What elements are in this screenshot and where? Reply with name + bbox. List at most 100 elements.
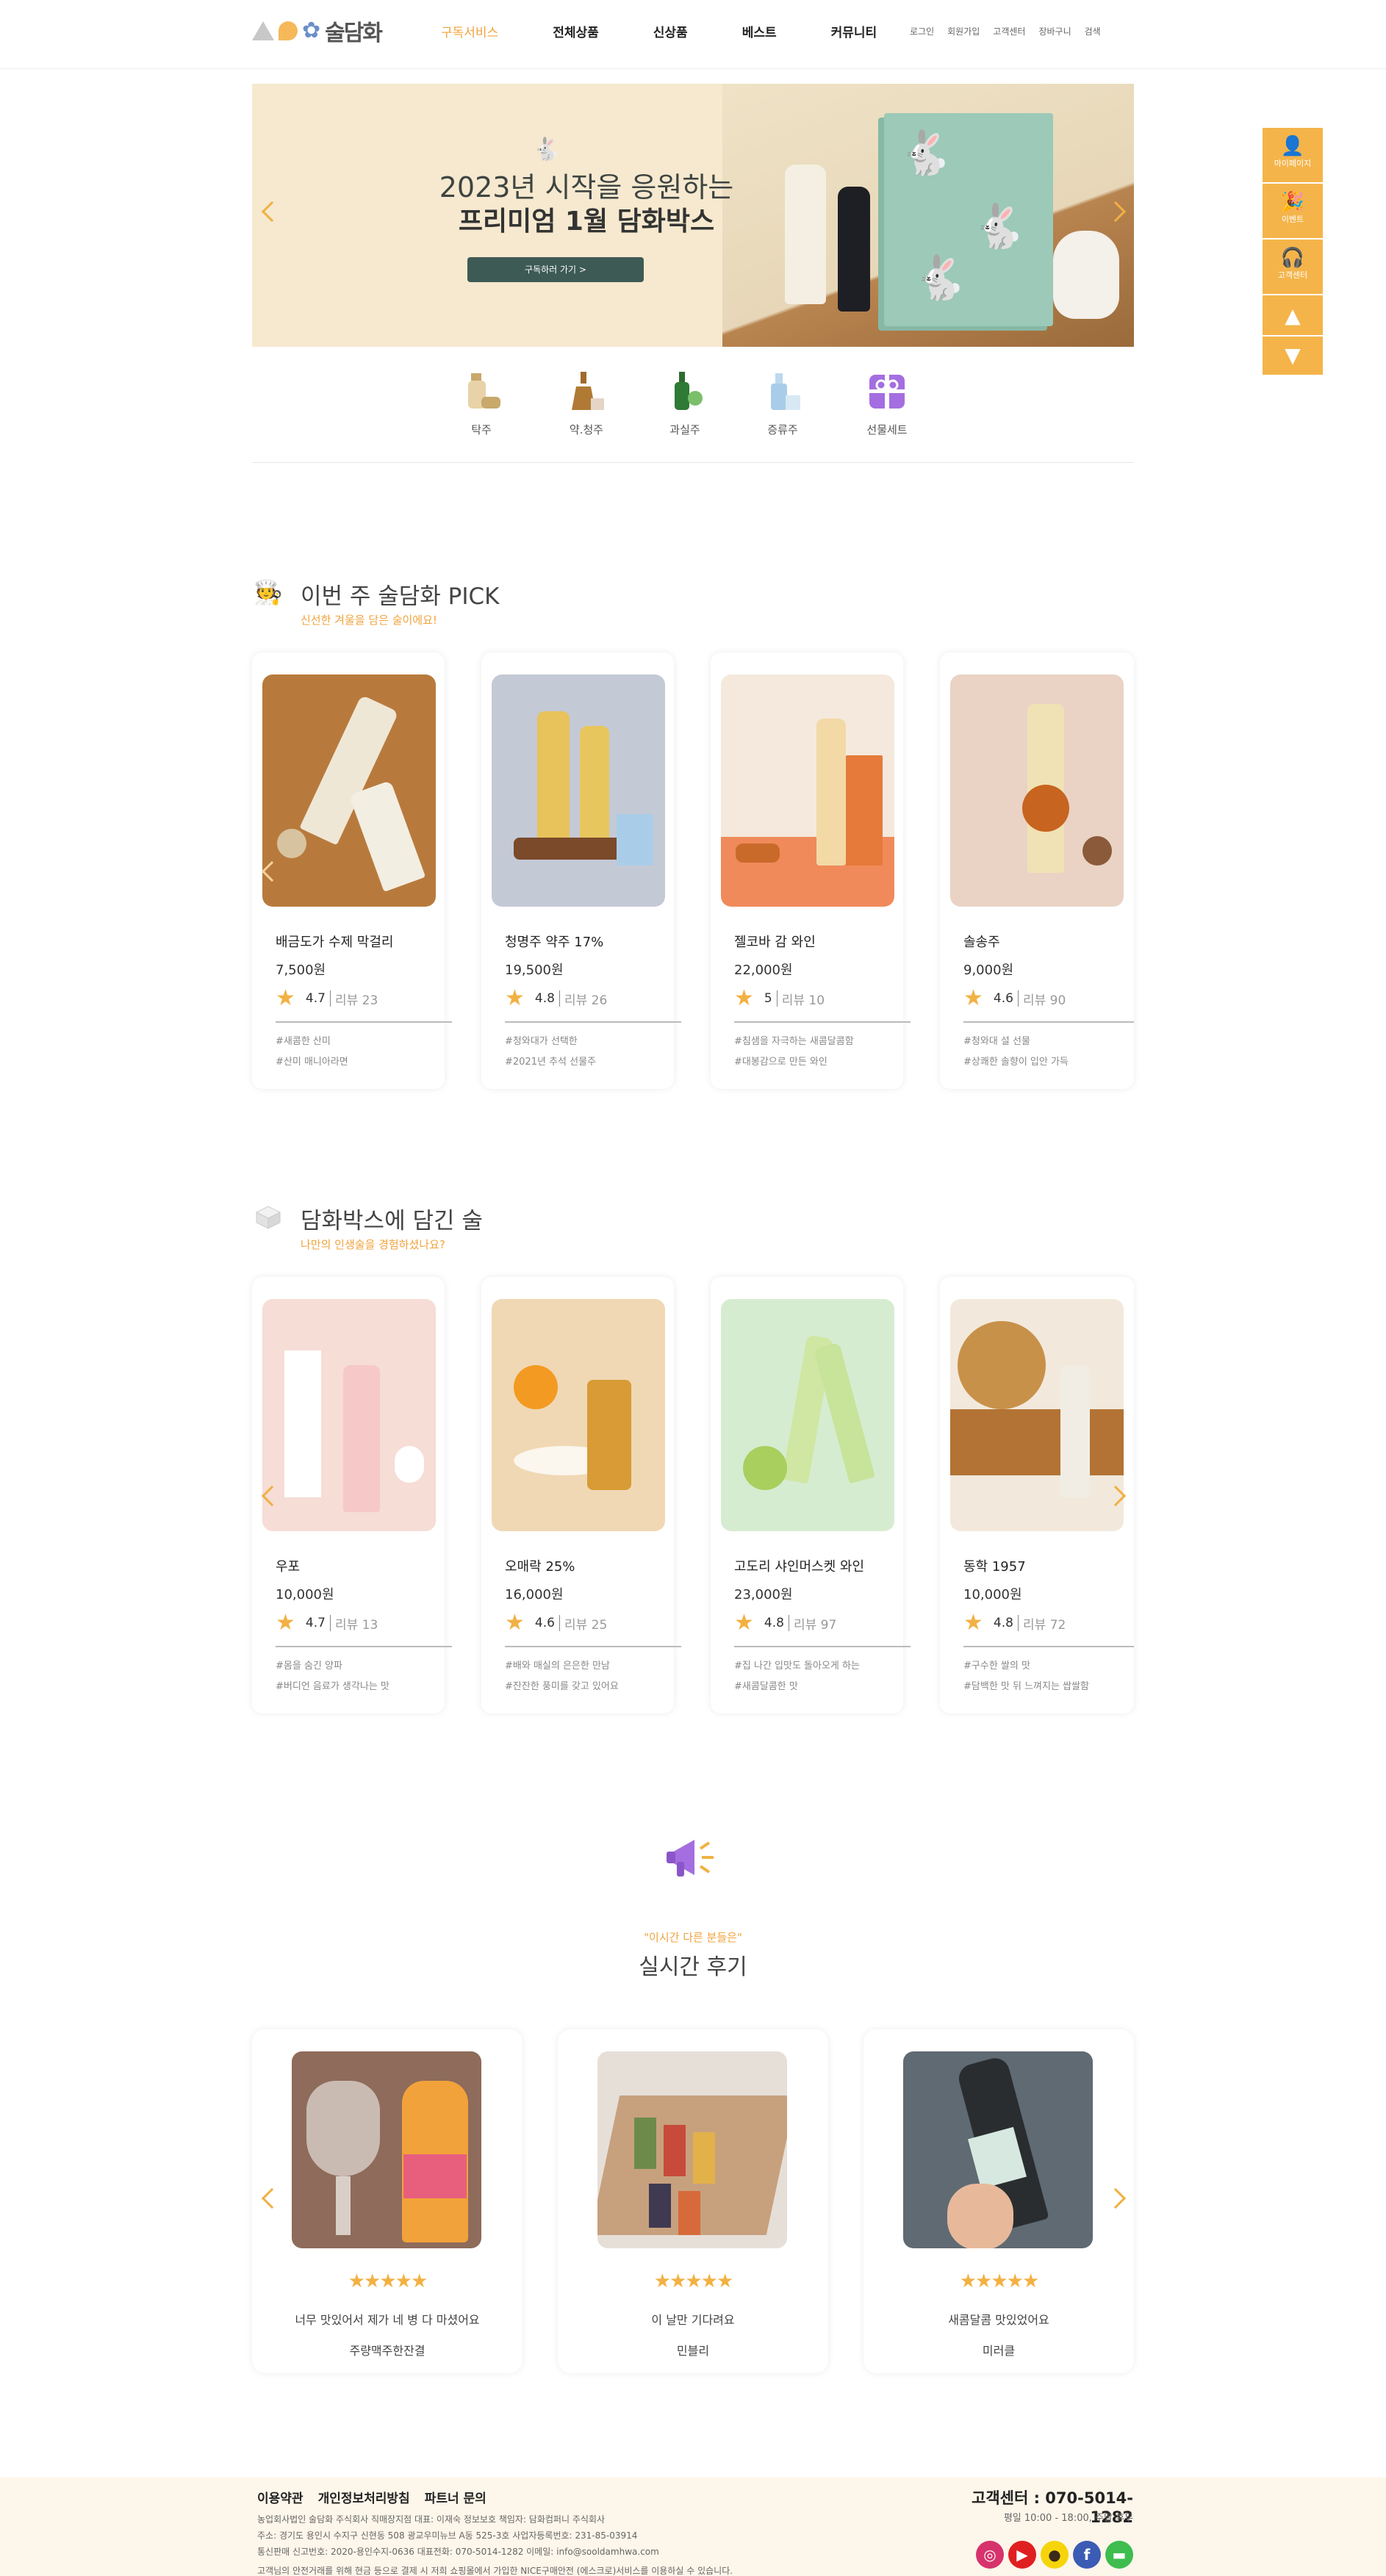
category-spirits[interactable]: 증류주 (742, 367, 823, 437)
product-rating: ★ 4.7 리뷰 13 (276, 1612, 378, 1634)
review-count: 리뷰 13 (334, 1617, 378, 1633)
review-stars: ★★★★★ (959, 2270, 1040, 2292)
category-label: 증류주 (767, 423, 798, 436)
category-gift-set[interactable]: 선물세트 (847, 367, 927, 437)
nav-subscription[interactable]: 구독서비스 (441, 22, 498, 40)
category-takju[interactable]: 탁주 (441, 367, 522, 437)
category-yakju[interactable]: 약.청주 (546, 367, 627, 437)
terms-link[interactable]: 이용약관 (257, 2488, 304, 2506)
product-name[interactable]: 우포 (276, 1556, 300, 1575)
scroll-top-button[interactable]: ▲ (1263, 295, 1323, 337)
rating-value: 4.6 (534, 1616, 555, 1630)
search-link[interactable]: 검색 (1085, 25, 1101, 37)
star-icon: ★ (734, 985, 754, 1011)
kakaotalk-icon[interactable]: ● (1041, 2541, 1069, 2569)
pick-title: 이번 주 술담화 PICK (301, 583, 500, 610)
product-tag: #배와 매실의 은은한 만남 (505, 1661, 610, 1672)
logo[interactable]: ✿ 술담화 (252, 16, 399, 46)
rating-value: 5 (764, 991, 772, 1006)
quick-customer-center[interactable]: 🎧 고객센터 (1263, 240, 1323, 295)
product-card[interactable]: 오매락 25% 16,000원 ★ 4.6 리뷰 25 #배와 매실의 은은한 만남… (481, 1277, 681, 1713)
page: ✿ 술담화 구독서비스 전체상품 신상품 베스트 커뮤니티 로그인 회원가입 고… (0, 0, 1386, 2576)
category-label: 약.청주 (569, 423, 604, 436)
bartender-icon: 🧑‍🍳 (254, 578, 283, 606)
product-tag: #새콤한 산미 (276, 1036, 331, 1047)
product-tag: #청와대가 선택한 (505, 1036, 578, 1047)
takju-icon (458, 367, 505, 414)
partner-link[interactable]: 파트너 문의 (425, 2488, 486, 2506)
rating-value: 4.7 (305, 991, 326, 1006)
arrow-up-icon: ▲ (1285, 303, 1301, 328)
review-stars: ★★★★★ (653, 2270, 734, 2292)
party-icon: 🎉 (1280, 191, 1305, 213)
product-name[interactable]: 동학 1957 (963, 1556, 1026, 1575)
star-icon: ★ (276, 985, 295, 1011)
review-card[interactable]: ★★★★★ 이 날만 기다려요 민블리 (558, 2029, 828, 2373)
yakju-icon (563, 367, 610, 414)
product-price: 9,000원 (963, 963, 1014, 978)
product-tag: #대봉감으로 만든 와인 (734, 1057, 827, 1068)
youtube-icon[interactable]: ▶ (1008, 2541, 1036, 2569)
review-card[interactable]: ★★★★★ 너무 맛있어서 제가 네 병 다 마셨어요 주량맥주한잔결 (252, 2029, 523, 2373)
product-photo (492, 1299, 665, 1531)
product-price: 23,000원 (734, 1587, 793, 1602)
category-fruit-wine[interactable]: 과실주 (644, 367, 725, 437)
facebook-icon[interactable]: f (1073, 2541, 1101, 2569)
product-card[interactable]: 솔송주 9,000원 ★ 4.6 리뷰 90 #청와대 설 선물 #상쾌한 솔향이 … (940, 652, 1134, 1089)
product-card[interactable]: 젤코바 감 와인 22,000원 ★ 5 리뷰 10 #침샘을 자극하는 새콤달콤함… (711, 652, 911, 1089)
rating-value: 4.8 (534, 991, 555, 1006)
logo-flower-icon: ✿ (302, 18, 321, 43)
signup-link[interactable]: 회원가입 (947, 25, 980, 37)
product-tag: #집 나간 입맛도 돌아오게 하는 (734, 1661, 860, 1672)
rabbit-icon: 🐇 (899, 128, 952, 178)
util-nav: 로그인 회원가입 고객센터 장바구니 검색 (910, 25, 1101, 37)
nav-community[interactable]: 커뮤니티 (831, 22, 877, 40)
review-card[interactable]: ★★★★★ 새콤달콤 맛있었어요 미러클 (863, 2029, 1134, 2373)
review-text: 이 날만 기다려요 (651, 2313, 735, 2327)
quick-mypage[interactable]: 👤 마이페이지 (1263, 128, 1323, 184)
product-name[interactable]: 청명주 약주 17% (505, 932, 603, 951)
line-icon[interactable]: ▬ (1105, 2541, 1133, 2569)
quick-event[interactable]: 🎉 이벤트 (1263, 184, 1323, 240)
quick-cs-label: 고객센터 (1277, 270, 1308, 280)
arrow-down-icon: ▼ (1285, 343, 1301, 367)
product-name[interactable]: 배금도가 수제 막걸리 (276, 932, 393, 951)
product-tag: #청와대 설 선물 (963, 1036, 1030, 1047)
product-card[interactable]: 청명주 약주 17% 19,500원 ★ 4.8 리뷰 26 #청와대가 선택한 #… (481, 652, 681, 1089)
product-tag: #2021년 추석 선물주 (505, 1057, 597, 1068)
star-icon: ★ (734, 1610, 754, 1636)
spirits-icon (759, 367, 806, 414)
sns-links: ◎ ▶ ● f ▬ (972, 2541, 1133, 2569)
product-name[interactable]: 오매락 25% (505, 1556, 575, 1575)
product-tag: #침샘을 자극하는 새콤달콤함 (734, 1036, 854, 1047)
nav-new[interactable]: 신상품 (653, 22, 688, 40)
product-price: 10,000원 (276, 1587, 334, 1602)
cart-link[interactable]: 장바구니 (1038, 25, 1071, 37)
product-name[interactable]: 고도리 샤인머스켓 와인 (734, 1556, 864, 1575)
product-photo (262, 1299, 436, 1531)
instagram-icon[interactable]: ◎ (976, 2541, 1004, 2569)
review-count: 리뷰 97 (793, 1617, 837, 1633)
product-name[interactable]: 솔송주 (963, 932, 1000, 951)
nav-best[interactable]: 베스트 (742, 22, 777, 40)
box-subtitle: 나만의 인생술을 경험하셨나요? (301, 1238, 445, 1251)
scroll-bottom-button[interactable]: ▼ (1263, 337, 1323, 375)
product-card[interactable]: 고도리 샤인머스켓 와인 23,000원 ★ 4.8 리뷰 97 #집 나간 입맛도… (711, 1277, 911, 1713)
registration-info: 통신판매 신고번호: 2020-용인수지-0636 대표전화: 070-5014… (257, 2547, 659, 2557)
product-tag: #몸을 숨긴 양파 (276, 1661, 342, 1672)
main-nav: 구독서비스 전체상품 신상품 베스트 커뮤니티 (441, 22, 931, 40)
star-icon: ★ (276, 1610, 295, 1636)
review-author: 미러클 (982, 2344, 1016, 2358)
rating-value: 4.7 (305, 1616, 326, 1630)
subscribe-button[interactable]: 구독하러 가기 > (467, 257, 644, 282)
hero-banner[interactable]: 🐇 🐇 🐇 🐇 2023년 시작을 응원하는 프리미엄 1월 담화박스 구독하러… (252, 84, 1134, 347)
product-rating: ★ 4.8 리뷰 97 (734, 1612, 836, 1634)
category-label: 과실주 (669, 423, 700, 436)
login-link[interactable]: 로그인 (910, 25, 934, 37)
privacy-link[interactable]: 개인정보처리방침 (318, 2488, 410, 2506)
footer-links: 이용약관 개인정보처리방침 파트너 문의 (257, 2488, 486, 2506)
footer: 이용약관 개인정보처리방침 파트너 문의 농업회사법인 술담화 주식회사 직매장… (0, 2478, 1386, 2576)
product-name[interactable]: 젤코바 감 와인 (734, 932, 816, 951)
nav-all-products[interactable]: 전체상품 (553, 22, 599, 40)
customer-center-link[interactable]: 고객센터 (993, 25, 1025, 37)
